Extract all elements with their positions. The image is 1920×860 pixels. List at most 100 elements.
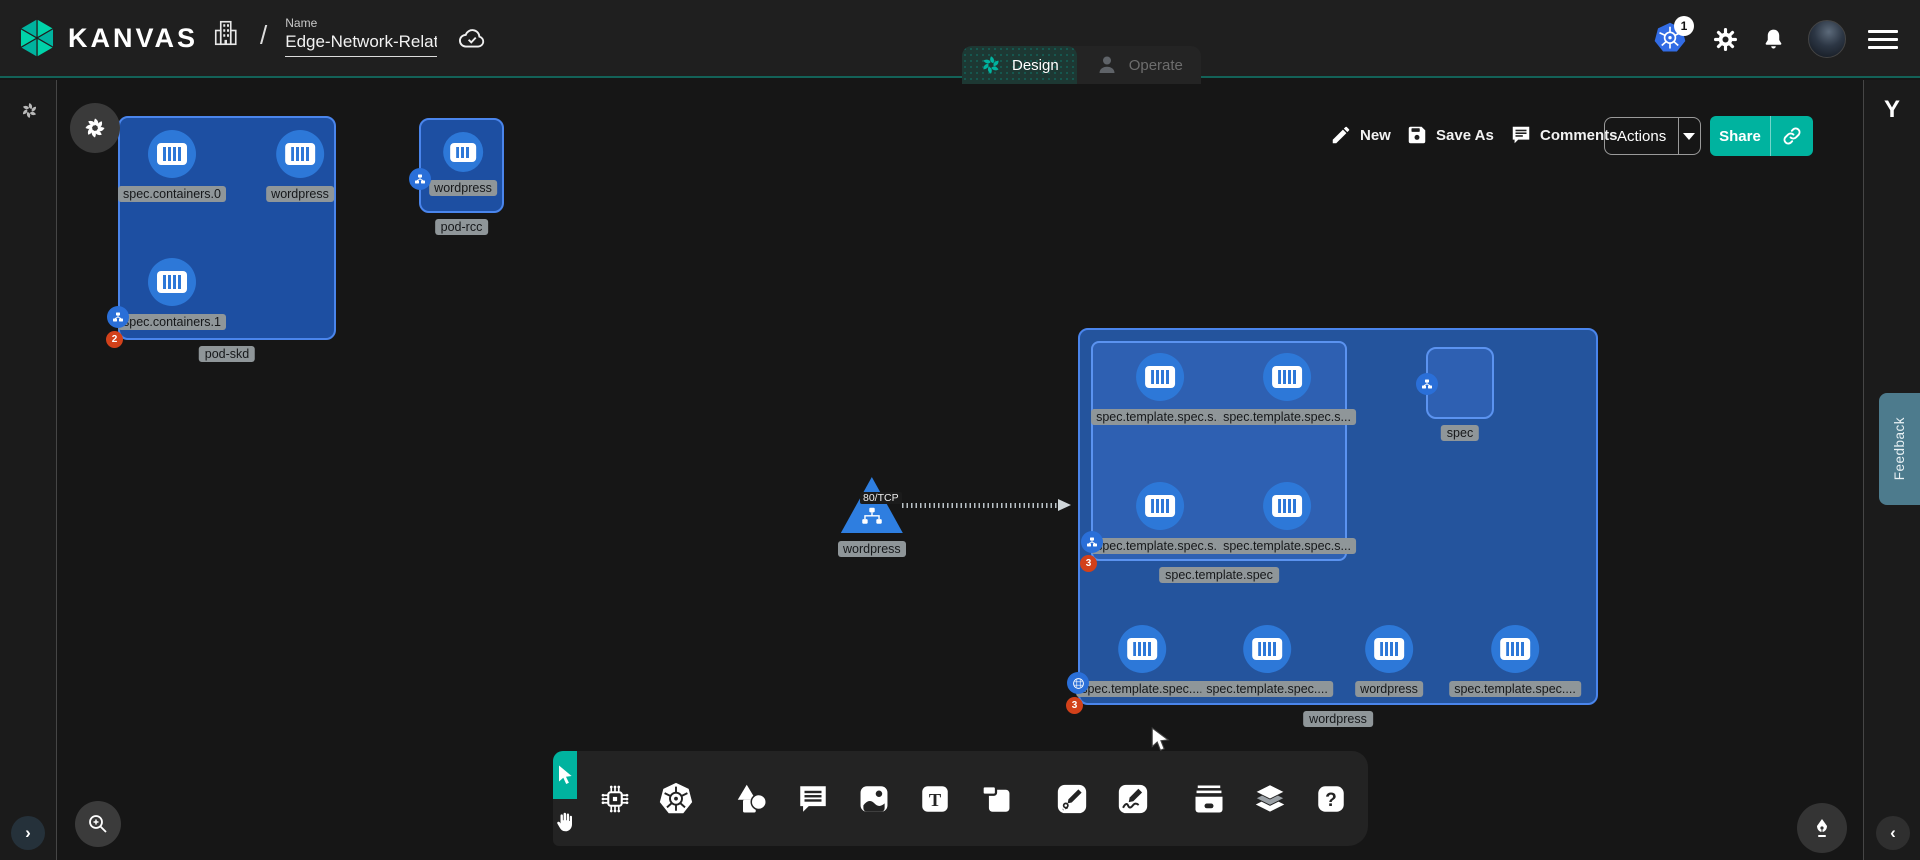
edge-arrowhead [1058, 499, 1071, 511]
node-container[interactable]: spec.template.spec.s... [1218, 482, 1356, 554]
component-tool-button[interactable] [596, 780, 634, 818]
node-container[interactable]: spec.containers.1 [118, 258, 226, 330]
help-tool-button[interactable]: ? [1312, 780, 1350, 818]
node-label: spec.template.spec.... [1076, 681, 1208, 697]
node-service-wordpress[interactable]: wordpress [838, 477, 906, 557]
design-name-label: Name [285, 16, 437, 30]
comment-tool-button[interactable] [794, 780, 832, 818]
group-pod-skd[interactable]: spec.containers.0 wordpress spec.contain… [118, 116, 336, 340]
group-label: spec.template.spec [1159, 567, 1279, 583]
container-icon [276, 130, 324, 178]
magnifier-plus-icon [86, 812, 110, 836]
feedback-tab[interactable]: Feedback [1879, 393, 1920, 505]
drawer-icon [1191, 781, 1227, 817]
node-container[interactable]: spec.template.spec.... [1449, 625, 1581, 697]
node-container[interactable]: spec.containers.0 [118, 130, 226, 202]
freehand-tool-button[interactable] [1114, 780, 1152, 818]
node-label: spec.containers.1 [118, 314, 226, 330]
svg-text:T: T [929, 789, 941, 809]
node-label: spec.template.spec.... [1201, 681, 1333, 697]
container-icon [1243, 625, 1291, 673]
group-pod-rcc[interactable]: wordpress pod-rcc [419, 118, 504, 213]
canvas-context-button[interactable] [70, 103, 120, 153]
node-label: spec.template.spec.s... [1091, 538, 1229, 554]
kubernetes-tool-button[interactable] [657, 780, 695, 818]
node-label: wordpress [266, 186, 334, 202]
design-name-field: Name [285, 16, 437, 57]
zoom-button[interactable] [75, 801, 121, 847]
issue-count-badge: 3 [1080, 555, 1097, 572]
node-container[interactable]: wordpress [1355, 625, 1423, 697]
node-container[interactable]: wordpress [429, 132, 497, 196]
node-label: spec.template.spec.... [1449, 681, 1581, 697]
issue-count-badge: 3 [1066, 697, 1083, 714]
collapse-panel-button[interactable]: ‹ [1876, 816, 1910, 850]
comments-button[interactable]: Comments [1510, 124, 1618, 146]
cloud-sync-icon [455, 24, 489, 54]
tab-operate[interactable]: Operate [1077, 46, 1201, 84]
meshery-sync-icon[interactable] [20, 101, 39, 120]
edge-tool-button[interactable] [1053, 780, 1091, 818]
organization-icon[interactable] [212, 16, 242, 50]
service-triangle-icon [841, 477, 903, 533]
flower-spinner-icon [83, 116, 107, 140]
node-container[interactable]: spec.template.spec.... [1076, 625, 1208, 697]
notifications-bell-icon[interactable] [1761, 27, 1786, 52]
node-label: spec.template.spec.s... [1218, 409, 1356, 425]
group-deployment-wordpress[interactable]: spec.template.spec.s... spec.template.sp… [1078, 328, 1598, 705]
pod-badge [107, 306, 129, 328]
node-container[interactable]: spec.template.spec.... [1201, 625, 1333, 697]
kubernetes-wheel-icon [657, 780, 695, 818]
node-container[interactable]: spec.template.spec.s... [1091, 482, 1229, 554]
select-tool-button[interactable] [553, 751, 577, 799]
node-container[interactable]: spec.template.spec.s... [1091, 353, 1229, 425]
node-container[interactable]: spec.template.spec.s... [1218, 353, 1356, 425]
note-tool-button[interactable] [977, 780, 1015, 818]
container-icon [443, 132, 483, 172]
user-avatar[interactable] [1808, 20, 1846, 58]
actions-button[interactable]: Actions [1605, 128, 1678, 145]
save-icon [1406, 124, 1428, 146]
group-spec-template-spec[interactable]: spec.template.spec.s... spec.template.sp… [1091, 341, 1347, 561]
image-tool-button[interactable] [855, 780, 893, 818]
group-label: wordpress [1303, 711, 1373, 727]
text-tool-button[interactable]: T [916, 780, 954, 818]
layers-tool-button[interactable] [1251, 780, 1289, 818]
kanvas-logo[interactable]: KANVAS [16, 17, 198, 59]
kubernetes-context-button[interactable]: 1 [1652, 20, 1690, 58]
node-spec[interactable]: spec [1426, 347, 1494, 419]
actions-dropdown-button[interactable] [1679, 133, 1700, 140]
shapes-tool-button[interactable] [733, 780, 771, 818]
settings-gear-icon[interactable] [1712, 26, 1739, 53]
pencil-scribble-icon [1116, 782, 1150, 816]
copy-link-button[interactable] [1771, 125, 1813, 147]
menu-icon[interactable] [1868, 30, 1898, 49]
chevron-left-icon: ‹ [1890, 823, 1896, 843]
node-label: spec.containers.0 [118, 186, 226, 202]
pod-badge [409, 168, 431, 190]
breadcrumb-separator: / [260, 20, 267, 51]
design-name-input[interactable] [285, 32, 437, 57]
actions-split-button: Actions [1604, 117, 1701, 155]
tab-design[interactable]: Design [962, 46, 1077, 84]
text-icon: T [918, 782, 952, 816]
pan-tool-button[interactable] [553, 799, 577, 847]
pod-badge [1081, 531, 1103, 553]
new-button[interactable]: New [1330, 124, 1391, 146]
share-button[interactable]: Share [1710, 128, 1770, 145]
context-count-badge: 1 [1674, 16, 1694, 36]
kanvas-hexagon-icon [16, 17, 58, 59]
canvas-toolbar: T [553, 751, 1368, 846]
save-as-button[interactable]: Save As [1406, 124, 1494, 146]
mode-tabs: Design Operate [962, 46, 1201, 84]
drawing-pen-button[interactable] [1797, 803, 1847, 853]
node-container[interactable]: wordpress [266, 130, 334, 202]
expand-sidebar-button[interactable]: › [11, 816, 45, 850]
share-split-button: Share [1710, 116, 1813, 156]
shapes-panel-icon[interactable]: Y [1884, 96, 1900, 124]
drawer-tool-button[interactable] [1190, 780, 1228, 818]
node-label: wordpress [429, 180, 497, 196]
mesh-badge [1067, 672, 1089, 694]
container-icon [148, 258, 196, 306]
edge-service-to-deployment[interactable] [902, 503, 1060, 508]
